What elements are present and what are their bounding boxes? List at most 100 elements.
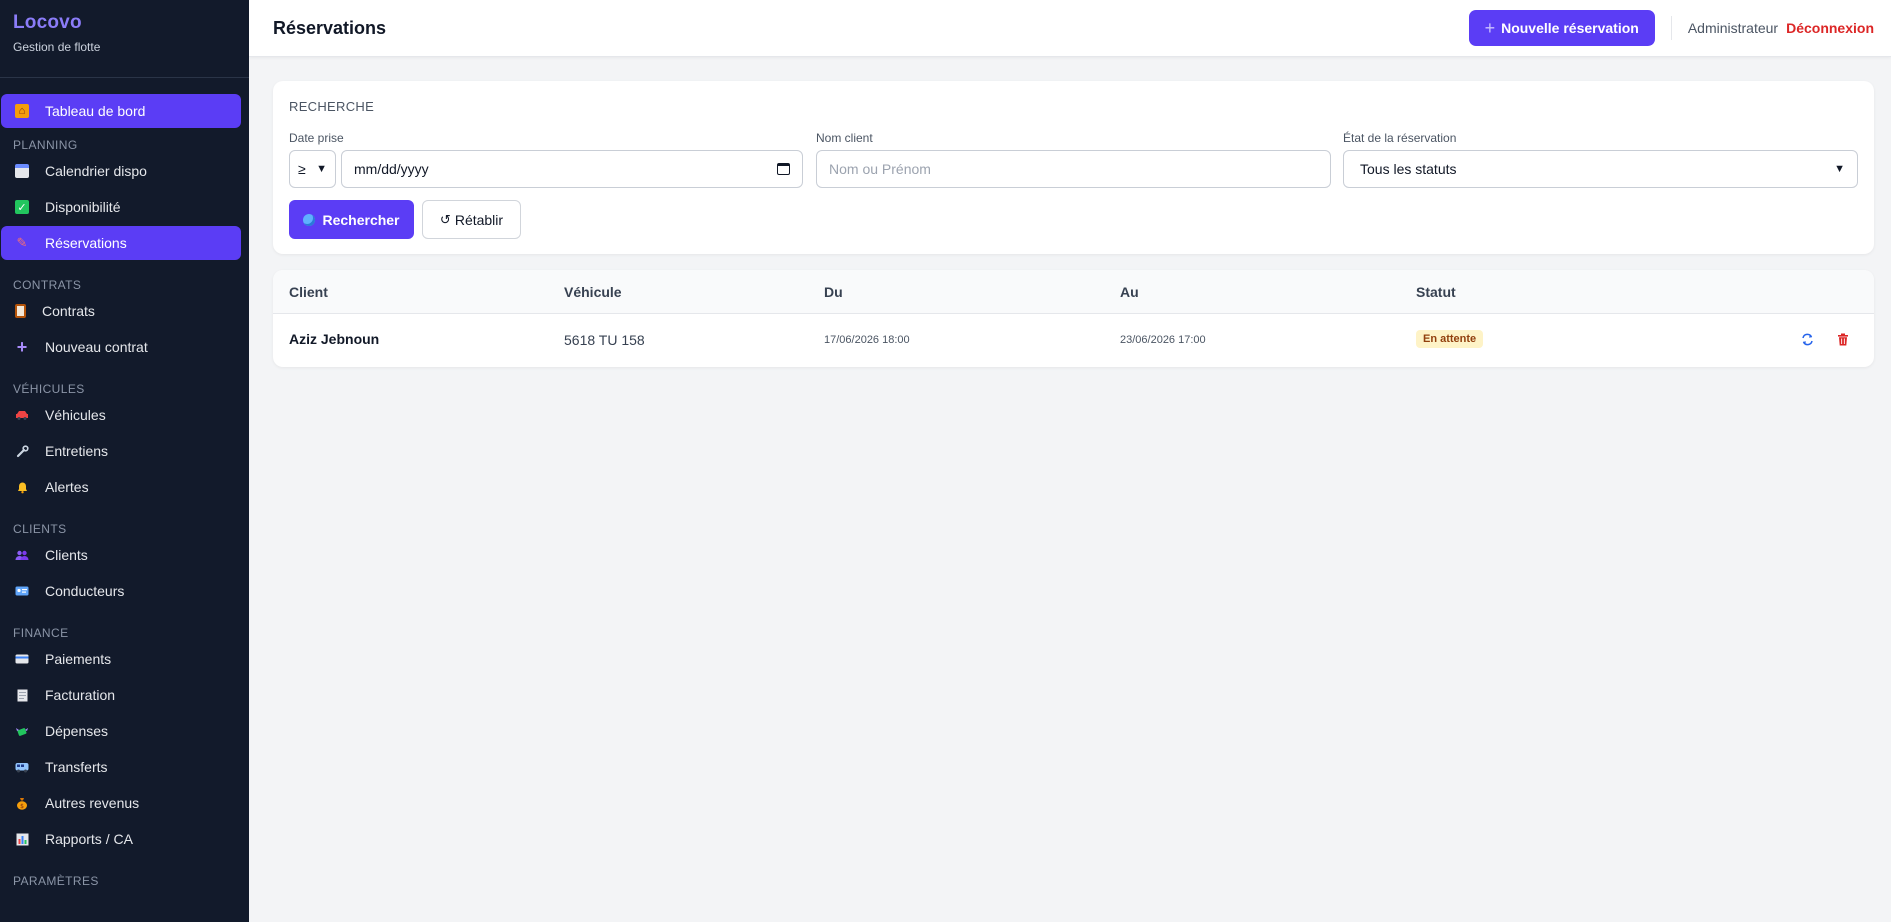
end-date: 23/06/2026 17:00 <box>1120 334 1206 346</box>
plus-icon: + <box>16 336 28 357</box>
reset-icon: ↺ <box>439 211 451 227</box>
refresh-icon <box>1801 333 1813 345</box>
table-header: Client Véhicule Du Au Statut <box>273 270 1874 314</box>
sidebar-item-entretiens[interactable]: Entretiens <box>1 434 241 468</box>
brand-title[interactable]: Locovo <box>13 12 236 34</box>
column-header-from: Du <box>824 284 843 300</box>
date-input[interactable]: mm/dd/yyyy <box>341 150 803 188</box>
section-label-vehicules: VÉHICULES <box>13 382 85 396</box>
client-placeholder: Nom ou Prénom <box>829 161 931 177</box>
car-icon <box>15 408 29 422</box>
sidebar-item-label: Nouveau contrat <box>45 339 148 355</box>
status-label: État de la réservation <box>1343 131 1457 145</box>
logout-link[interactable]: Déconnexion <box>1786 20 1874 36</box>
topbar: Réservations + Nouvelle réservation Admi… <box>249 0 1891 57</box>
sidebar-item-label: Facturation <box>45 687 116 703</box>
sidebar-item-rapports-ca[interactable]: Rapports / CA <box>1 822 241 856</box>
users-icon <box>15 548 29 562</box>
status-badge: En attente <box>1416 330 1484 348</box>
sidebar-item-vehicules[interactable]: Véhicules <box>1 398 241 432</box>
sidebar: Locovo Gestion de flotte ⌂ Tableau de bo… <box>0 0 249 922</box>
sidebar-item-depenses[interactable]: Dépenses <box>1 714 241 748</box>
client-label: Nom client <box>816 131 873 145</box>
date-operator-select[interactable]: ≥ ▼ <box>289 150 336 188</box>
new-reservation-label: Nouvelle réservation <box>1501 20 1639 36</box>
money-bag-icon: $ <box>15 796 29 810</box>
status-select-value: Tous les statuts <box>1360 161 1457 177</box>
check-box-icon: ✓ <box>15 200 29 214</box>
pushpin-icon: ✎ <box>16 235 28 250</box>
sidebar-item-label: Tableau de bord <box>45 103 146 119</box>
section-label-finance: FINANCE <box>13 626 69 640</box>
bus-icon <box>15 760 29 774</box>
reservations-table: Client Véhicule Du Au Statut Aziz Jebnou… <box>273 270 1874 367</box>
sidebar-item-autres-revenus[interactable]: $ Autres revenus <box>1 786 241 820</box>
search-button[interactable]: Rechercher <box>289 200 414 239</box>
money-wings-icon <box>15 724 29 738</box>
sidebar-item-label: Clients <box>45 547 88 563</box>
vehicle-plate: 5618 TU 158 <box>564 332 645 348</box>
brand-subtitle: Gestion de flotte <box>13 40 101 54</box>
sidebar-item-label: Contrats <box>42 303 95 319</box>
sidebar-item-label: Conducteurs <box>45 583 125 599</box>
sidebar-item-paiements[interactable]: Paiements <box>1 642 241 676</box>
convert-button[interactable] <box>1798 330 1816 348</box>
calendar-icon[interactable] <box>777 163 790 175</box>
credit-card-icon <box>15 652 29 666</box>
sidebar-item-transferts[interactable]: Transferts <box>1 750 241 784</box>
status-select[interactable]: Tous les statuts ▼ <box>1343 150 1858 188</box>
reset-button[interactable]: ↺ Rétablir <box>422 200 521 239</box>
sidebar-item-alertes[interactable]: Alertes <box>1 470 241 504</box>
sidebar-item-calendrier-dispo[interactable]: Calendrier dispo <box>1 154 241 188</box>
sidebar-item-label: Paiements <box>45 651 112 667</box>
user-name: Administrateur <box>1687 20 1779 36</box>
sidebar-item-contrats[interactable]: Contrats <box>1 294 241 328</box>
brand: Locovo Gestion de flotte <box>0 0 249 78</box>
sidebar-item-tableau-de-bord[interactable]: ⌂ Tableau de bord <box>1 94 241 128</box>
wrench-icon <box>15 444 29 458</box>
delete-button[interactable] <box>1834 330 1852 348</box>
sidebar-item-reservations[interactable]: ✎ Réservations <box>1 226 241 260</box>
section-label-parametres: PARAMÈTRES <box>13 874 99 888</box>
bar-chart-icon <box>15 832 29 846</box>
section-label-contrats: CONTRATS <box>13 278 82 292</box>
reset-button-label: Rétablir <box>454 211 504 228</box>
search-title: RECHERCHE <box>289 99 375 114</box>
page-title: Réservations <box>273 17 387 38</box>
new-reservation-button[interactable]: + Nouvelle réservation <box>1468 10 1655 46</box>
home-icon: ⌂ <box>15 104 29 118</box>
sidebar-item-label: Rapports / CA <box>45 831 133 847</box>
sidebar-item-nouveau-contrat[interactable]: + Nouveau contrat <box>1 330 241 364</box>
client-search-input[interactable]: Nom ou Prénom <box>816 150 1331 188</box>
column-header-client: Client <box>289 284 328 300</box>
sidebar-item-label: Transferts <box>45 759 108 775</box>
sidebar-item-label: Disponibilité <box>45 199 121 215</box>
clipboard-icon <box>15 304 26 318</box>
chevron-down-icon: ▼ <box>1834 163 1845 175</box>
date-input-value: mm/dd/yyyy <box>354 161 429 177</box>
plus-icon: + <box>1484 18 1496 38</box>
date-label: Date prise <box>289 131 344 145</box>
client-name[interactable]: Aziz Jebnoun <box>289 331 379 347</box>
search-panel: RECHERCHE Date prise ≥ ▼ mm/dd/yyyy Nom … <box>273 81 1874 254</box>
divider <box>1670 16 1672 40</box>
trash-icon <box>1838 333 1848 345</box>
chevron-down-icon: ▼ <box>316 163 327 175</box>
svg-text:$: $ <box>20 803 24 810</box>
sidebar-item-label: Entretiens <box>45 443 109 459</box>
section-label-planning: PLANNING <box>13 138 78 152</box>
date-operator-value: ≥ <box>298 161 306 177</box>
topbar-actions: + Nouvelle réservation Administrateur Dé… <box>1468 10 1874 46</box>
table-row[interactable]: Aziz Jebnoun 5618 TU 158 17/06/2026 18:0… <box>273 314 1874 366</box>
sidebar-item-label: Calendrier dispo <box>45 163 147 179</box>
sidebar-item-disponibilite[interactable]: ✓ Disponibilité <box>1 190 241 224</box>
sidebar-item-facturation[interactable]: Facturation <box>1 678 241 712</box>
sidebar-item-label: Dépenses <box>45 723 109 739</box>
sidebar-item-conducteurs[interactable]: Conducteurs <box>1 574 241 608</box>
section-label-clients: CLIENTS <box>13 522 67 536</box>
search-button-label: Rechercher <box>322 211 400 228</box>
calendar-icon <box>15 164 29 178</box>
sidebar-item-label: Réservations <box>45 235 127 251</box>
id-card-icon <box>15 584 29 598</box>
sidebar-item-clients[interactable]: Clients <box>1 538 241 572</box>
